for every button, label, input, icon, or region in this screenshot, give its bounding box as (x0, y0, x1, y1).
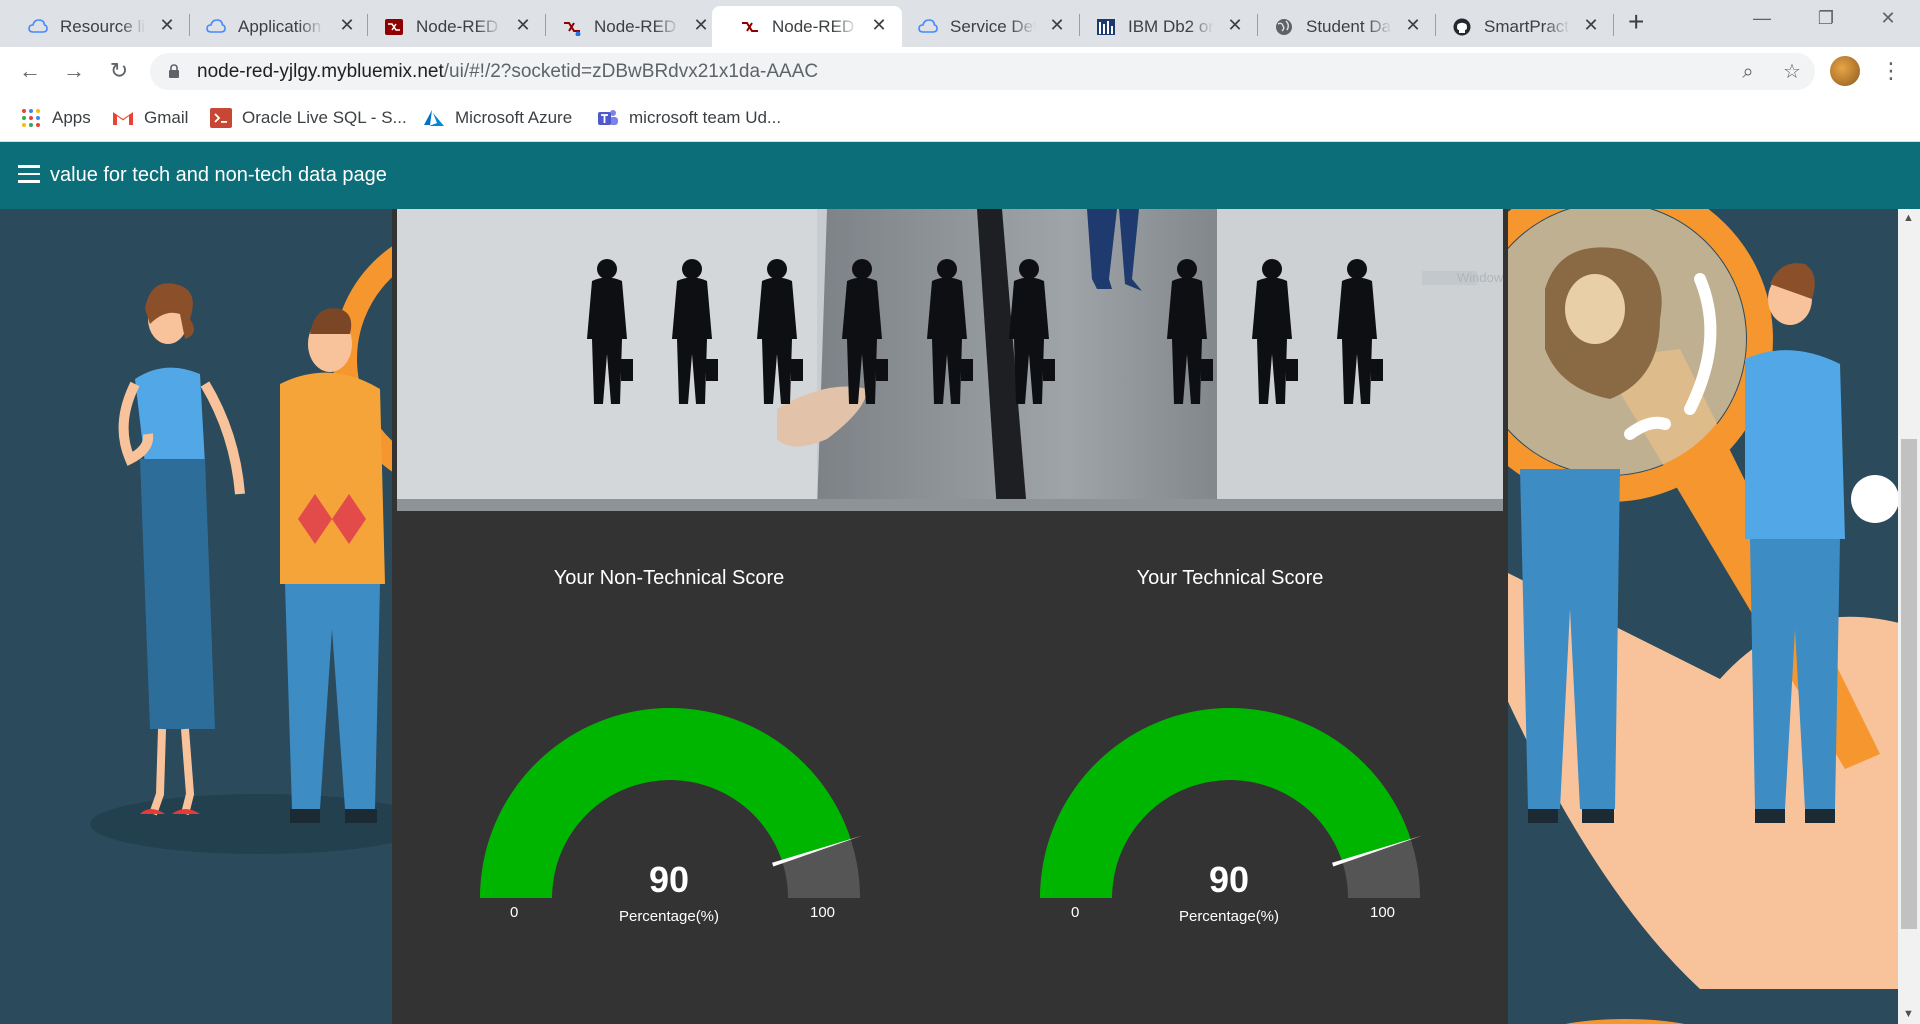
browser-tab-strip: Resource list ✕ Application ✕ Node-RED :… (0, 0, 1920, 47)
gauge-min-label: 0 (1071, 904, 1080, 921)
woman-figure (118, 283, 245, 816)
browser-tab[interactable]: SmartPractic ✕ (1424, 6, 1614, 47)
close-icon[interactable]: ✕ (1582, 16, 1600, 34)
browser-tab[interactable]: Service Deta ✕ (890, 6, 1080, 47)
browser-tab-label: Node-RED D (772, 17, 858, 36)
browser-tab-label: IBM Db2 on (1128, 17, 1214, 36)
gauge-title: Your Technical Score (1136, 567, 1324, 589)
gauge-value: 90 (648, 859, 690, 900)
browser-tab[interactable]: Application ✕ (178, 6, 368, 47)
lock-icon[interactable] (168, 64, 180, 78)
tab-separator (1613, 14, 1614, 36)
gmail-icon (113, 112, 133, 125)
url-path: /ui/#!/2?socketid=zDBwBRdvx21x1da-AAAC (443, 61, 819, 82)
dashboard-header: value for tech and non-tech data page (0, 142, 1920, 209)
window-snip-watermark: Window Snip (1457, 270, 1503, 285)
azure-icon (424, 110, 444, 126)
businessmen-silhouettes-image: Window Snip (397, 209, 1503, 511)
gauge-value: 90 (1208, 859, 1250, 900)
gauge-min-label: 0 (510, 904, 519, 921)
scrollbar-thumb[interactable] (1901, 439, 1917, 929)
minimize-icon[interactable]: — (1742, 8, 1782, 32)
url-host: node-red-yjlgy.mybluemix.net (197, 61, 444, 82)
close-icon[interactable]: ✕ (1404, 16, 1422, 34)
gauge-unit-label: Percentage(%) (1178, 908, 1280, 925)
bookmark-teams[interactable]: microsoft team Ud... (597, 106, 781, 130)
bookmarks-bar: Apps Gmail Oracle Live SQL - S... Micros… (0, 96, 1920, 142)
ibm-cloud-icon (918, 19, 938, 33)
address-bar[interactable]: node-red-yjlgy.mybluemix.net/ui/#!/2?soc… (150, 53, 1815, 90)
browser-tab[interactable]: Student Das ✕ (1246, 6, 1436, 47)
close-icon[interactable]: ✕ (158, 16, 176, 34)
bookmark-oracle[interactable]: Oracle Live SQL - S... (210, 106, 407, 130)
browser-tab-label: Application (238, 17, 322, 36)
bookmark-label: Microsoft Azure (455, 108, 573, 127)
back-icon[interactable]: ← (18, 59, 42, 83)
magnifier-illustration (1440, 209, 1920, 989)
bookmark-apps[interactable]: Apps (20, 106, 91, 130)
new-tab-icon[interactable]: + (1628, 8, 1644, 36)
node-red-icon (564, 22, 581, 36)
db2-icon (1097, 19, 1115, 35)
apps-grid-icon (22, 109, 40, 127)
browser-tab-label: Node-RED D (594, 17, 680, 36)
gauge-max-label: 100 (1370, 904, 1396, 921)
oracle-icon (210, 108, 232, 128)
menu-kebab-icon[interactable]: ⋮ (1880, 59, 1902, 83)
reload-icon[interactable]: ↻ (107, 59, 131, 83)
zoom-icon[interactable]: ⌕ (1736, 60, 1760, 84)
close-icon[interactable]: ✕ (338, 16, 356, 34)
browser-tab[interactable]: Resource list ✕ (0, 6, 190, 47)
bookmark-label: Apps (52, 108, 91, 127)
forward-icon[interactable]: → (62, 59, 86, 83)
scroll-up-icon[interactable]: ▲ (1903, 212, 1914, 224)
browser-tab-label: Node-RED : (416, 17, 502, 36)
gauge-max-label: 100 (810, 904, 836, 921)
close-icon[interactable]: ✕ (1048, 16, 1066, 34)
node-red-icon (385, 19, 403, 35)
close-window-icon[interactable]: ✕ (1868, 8, 1908, 32)
gauge-title: Your Non-Technical Score (553, 567, 785, 589)
browser-tab-label: Resource list (60, 17, 146, 36)
bookmark-gmail[interactable]: Gmail (112, 106, 188, 130)
bookmark-label: microsoft team Ud... (629, 108, 782, 127)
close-icon[interactable]: ✕ (1226, 16, 1244, 34)
url-text: node-red-yjlgy.mybluemix.net/ui/#!/2?soc… (197, 61, 818, 83)
browser-tab-active[interactable]: Node-RED D ✕ (712, 6, 902, 47)
bookmark-label: Gmail (144, 108, 189, 127)
bookmark-label: Oracle Live SQL - S... (242, 108, 407, 127)
restore-icon[interactable]: ❐ (1806, 8, 1846, 32)
gauge-unit-label: Percentage(%) (618, 908, 720, 925)
close-icon[interactable]: ✕ (692, 16, 710, 34)
browser-tab[interactable]: Node-RED : ✕ (356, 6, 546, 47)
ibm-cloud-icon (28, 19, 48, 33)
close-icon[interactable]: ✕ (870, 16, 888, 34)
page-title: value for tech and non-tech data page (50, 164, 387, 186)
scroll-down-icon[interactable]: ▼ (1903, 1008, 1914, 1020)
close-icon[interactable]: ✕ (514, 16, 532, 34)
github-icon (1453, 18, 1471, 36)
browser-tab-label: Service Deta (950, 17, 1036, 36)
browser-tab-label: SmartPractic (1484, 17, 1570, 36)
man-figure-left (280, 308, 385, 823)
node-red-icon (742, 22, 758, 32)
banner-image: Window Snip (397, 209, 1503, 511)
bookmark-azure[interactable]: Microsoft Azure (423, 106, 572, 130)
browser-tab[interactable]: IBM Db2 on ✕ (1068, 6, 1258, 47)
teams-icon (598, 110, 618, 125)
page-scrollbar[interactable]: ▲ ▼ (1898, 209, 1920, 1024)
globe-icon (1276, 19, 1292, 35)
browser-tab-label: Student Das (1306, 17, 1392, 36)
profile-avatar[interactable] (1830, 56, 1860, 86)
browser-toolbar: ← → ↻ node-red-yjlgy.mybluemix.net/ui/#!… (0, 47, 1920, 96)
browser-tab[interactable]: Node-RED D ✕ (534, 6, 724, 47)
ibm-cloud-icon (206, 19, 226, 33)
star-icon[interactable]: ☆ (1780, 60, 1804, 84)
hamburger-menu-icon[interactable] (18, 165, 40, 183)
